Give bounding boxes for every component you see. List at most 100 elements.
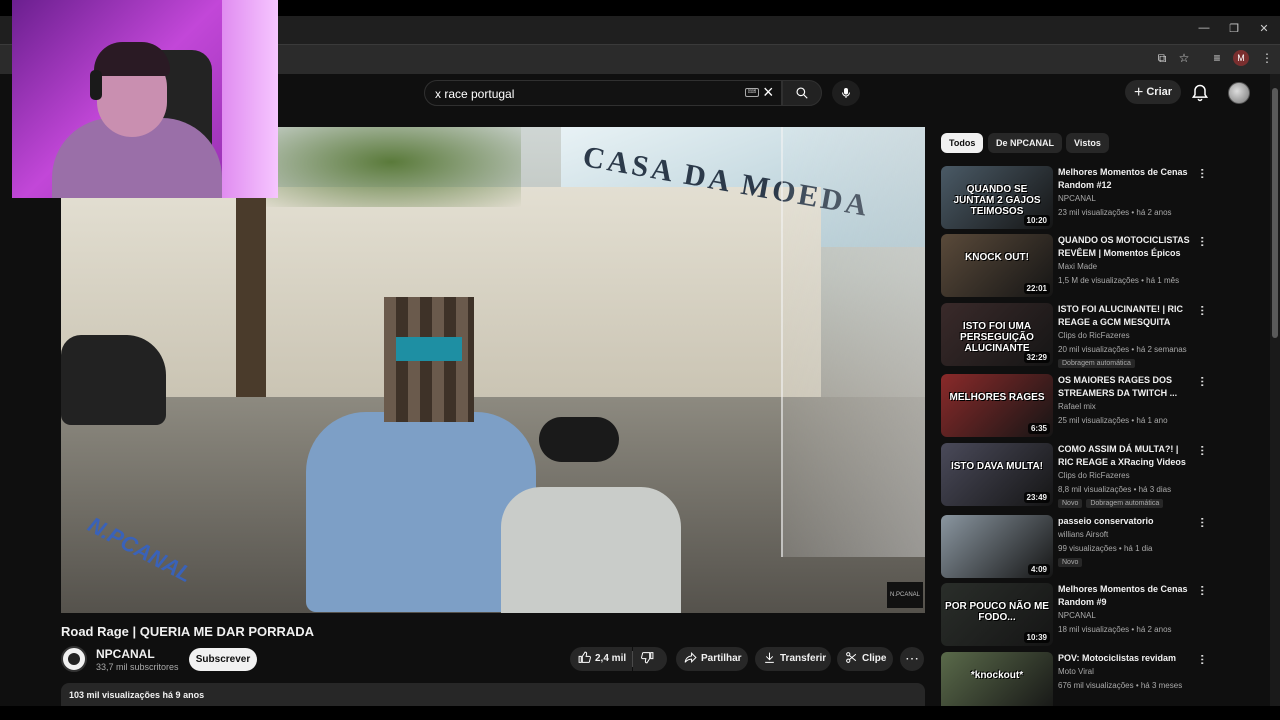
thumbs-down-icon [641, 652, 654, 664]
recommendation-menu-icon[interactable]: ⋯ [1196, 654, 1208, 665]
create-button[interactable]: + Criar [1125, 80, 1181, 104]
recommendation-menu-icon[interactable]: ⋯ [1196, 585, 1208, 596]
recommendation-meta: 8,8 mil visualizações • há 3 dias [1058, 485, 1172, 494]
microphone-icon [842, 88, 850, 98]
keyboard-icon[interactable]: ⌨ [745, 88, 759, 97]
chip-watched[interactable]: Vistos [1066, 133, 1109, 153]
recommendation-menu-icon[interactable]: ⋯ [1196, 445, 1208, 456]
recommendation-badge: Novo [1058, 499, 1083, 508]
clear-search-icon[interactable]: × [763, 82, 774, 103]
notifications-bell-icon[interactable] [1190, 83, 1210, 103]
download-button[interactable]: Transferir [755, 647, 831, 671]
recommendation-item[interactable]: MELHORES RAGES 6:35 OS MAIORES RAGES DOS S… [941, 374, 1271, 440]
badge-row: Novo Dobragem automática [1058, 498, 1167, 508]
video-title: Road Rage | QUERIA ME DAR PORRADA [61, 624, 315, 639]
bottom-edge [0, 706, 1280, 720]
recommendation-thumbnail[interactable]: KNOCK OUT! 22:01 [941, 234, 1053, 297]
close-window-icon[interactable]: ✕ [1254, 22, 1274, 35]
recommendation-item[interactable]: KNOCK OUT! 22:01 QUANDO OS MOTOCICLISTAS R… [941, 234, 1271, 300]
recommendation-title[interactable]: Melhores Momentos de Cenas Random #12 [1058, 166, 1196, 192]
recommendation-item[interactable]: POR POUCO NÃO ME FODO... 10:39 Melhores Mo… [941, 583, 1271, 649]
recommendation-channel[interactable]: willians Airsoft [1058, 530, 1108, 539]
recommendation-menu-icon[interactable]: ⋯ [1196, 376, 1208, 387]
channel-subscriber-count: 33,7 mil subscritores [96, 662, 179, 672]
recommendation-thumbnail[interactable]: ISTO FOI UMA PERSEGUIÇÃO ALUCINANTE 32:29 [941, 303, 1053, 366]
search-input[interactable]: x race portugal ⌨ × [424, 80, 782, 106]
user-avatar[interactable] [1228, 82, 1250, 104]
like-count: 2,4 mil [595, 653, 627, 664]
recommendation-thumbnail[interactable]: POR POUCO NÃO ME FODO... 10:39 [941, 583, 1053, 646]
recommendation-title[interactable]: QUANDO OS MOTOCICLISTAS REVÊEM | Momento… [1058, 234, 1196, 260]
recommendation-badge: Novo [1058, 558, 1083, 567]
recommendation-menu-icon[interactable]: ⋯ [1196, 517, 1208, 528]
chip-all[interactable]: Todos [941, 133, 984, 153]
recommendation-item[interactable]: QUANDO SE JUNTAM 2 GAJOS TEIMOSOS 10:20 Me… [941, 166, 1271, 232]
create-label: Criar [1146, 86, 1173, 98]
recommendation-meta: 25 mil visualizações • há 1 ano [1058, 416, 1168, 425]
browser-menu-icon[interactable]: ⋮ [1258, 51, 1276, 65]
video-duration: 22:01 [1023, 283, 1050, 294]
video-duration: 6:35 [1027, 423, 1050, 434]
recommendation-item[interactable]: ISTO DAVA MULTA! 23:49 COMO ASSIM DÁ MULTA… [941, 443, 1271, 509]
motorcycle-windshield [781, 127, 925, 557]
recommendation-title[interactable]: OS MAIORES RAGES DOS STREAMERS DA TWITCH… [1058, 374, 1196, 400]
thumbnail-caption: KNOCK OUT! [965, 252, 1029, 263]
media-controls-icon[interactable]: ≡ [1208, 51, 1226, 65]
recommendation-title[interactable]: Melhores Momentos de Cenas Random #9 [1058, 583, 1196, 609]
page-scrollbar[interactable] [1270, 74, 1280, 706]
download-label: Transferir [780, 653, 827, 664]
clip-button[interactable]: Clipe [837, 647, 893, 671]
recommendation-menu-icon[interactable]: ⋯ [1196, 168, 1208, 179]
recommendation-title[interactable]: ISTO FOI ALUCINANTE! | RIC REAGE a GCM M… [1058, 303, 1196, 329]
recommendation-badge: Dobragem automática [1086, 499, 1164, 508]
recommendation-thumbnail[interactable]: ISTO DAVA MULTA! 23:49 [941, 443, 1053, 506]
video-player[interactable]: CASA DA MOEDA N.PCANAL N.PCANAL [61, 127, 925, 613]
subscribe-button[interactable]: Subscrever [189, 648, 257, 671]
search-icon [796, 87, 808, 99]
recommendation-title[interactable]: COMO ASSIM DÁ MULTA?! | RIC REAGE a XRac… [1058, 443, 1196, 469]
video-duration: 10:20 [1023, 215, 1050, 226]
thumbnail-caption: ISTO FOI UMA PERSEGUIÇÃO ALUCINANTE [960, 321, 1034, 354]
maximize-icon[interactable]: ❐ [1224, 22, 1244, 35]
recommendation-channel[interactable]: Maxi Made [1058, 262, 1097, 271]
recommendation-channel[interactable]: Clips do RicFazeres [1058, 331, 1130, 340]
recommendation-meta: 20 mil visualizações • há 2 semanas [1058, 345, 1187, 354]
thumbnail-caption: *knockout* [970, 670, 1024, 681]
recommendation-item[interactable]: ISTO FOI UMA PERSEGUIÇÃO ALUCINANTE 32:29… [941, 303, 1271, 369]
recommendation-menu-icon[interactable]: ⋯ [1196, 236, 1208, 247]
like-button[interactable]: 2,4 mil [570, 647, 632, 671]
channel-avatar[interactable] [61, 646, 87, 672]
recommendation-channel[interactable]: NPCANAL [1058, 611, 1096, 620]
scrollbar-thumb[interactable] [1272, 88, 1278, 338]
install-app-icon[interactable]: ⧉ [1153, 51, 1171, 66]
recommendation-title[interactable]: POV: Motociclistas revidam [1058, 652, 1196, 665]
chip-from-channel[interactable]: De NPCANAL [988, 133, 1063, 153]
share-button[interactable]: Partilhar [676, 647, 748, 671]
voice-search-button[interactable] [832, 80, 860, 106]
recommendation-channel[interactable]: Clips do RicFazeres [1058, 471, 1130, 480]
corner-logo: N.PCANAL [887, 582, 923, 608]
recommendation-menu-icon[interactable]: ⋯ [1196, 305, 1208, 316]
browser-profile-avatar[interactable]: M [1233, 50, 1249, 66]
recommendation-meta: 676 mil visualizações • há 3 meses [1058, 681, 1183, 690]
recommendation-thumbnail[interactable]: MELHORES RAGES 6:35 [941, 374, 1053, 437]
recommendation-thumbnail[interactable]: QUANDO SE JUNTAM 2 GAJOS TEIMOSOS 10:20 [941, 166, 1053, 229]
minimize-icon[interactable]: — [1194, 22, 1214, 34]
recommendation-item[interactable]: 4:09 passeio conservatorio willians Airsof… [941, 515, 1271, 581]
channel-name[interactable]: NPCANAL [96, 647, 155, 661]
streamer-hair [94, 42, 170, 76]
bookmark-star-icon[interactable]: ☆ [1175, 51, 1193, 65]
dislike-button[interactable] [633, 647, 667, 671]
recommendation-title[interactable]: passeio conservatorio [1058, 515, 1196, 528]
more-actions-button[interactable]: ⋯ [900, 647, 924, 671]
recommendation-thumbnail[interactable]: 4:09 [941, 515, 1053, 578]
recommendation-channel[interactable]: NPCANAL [1058, 194, 1096, 203]
share-icon [684, 651, 697, 664]
thumbnail-caption: QUANDO SE JUNTAM 2 GAJOS TEIMOSOS [953, 184, 1041, 217]
search-button[interactable] [782, 80, 822, 106]
recommendation-meta: 1,5 M de visualizações • há 1 mês [1058, 276, 1180, 285]
recommendation-channel[interactable]: Rafael mix [1058, 402, 1096, 411]
recommendation-badge: Dobragem automática [1058, 359, 1135, 368]
recommendation-channel[interactable]: Moto Viral [1058, 667, 1094, 676]
video-duration: 23:49 [1023, 492, 1050, 503]
